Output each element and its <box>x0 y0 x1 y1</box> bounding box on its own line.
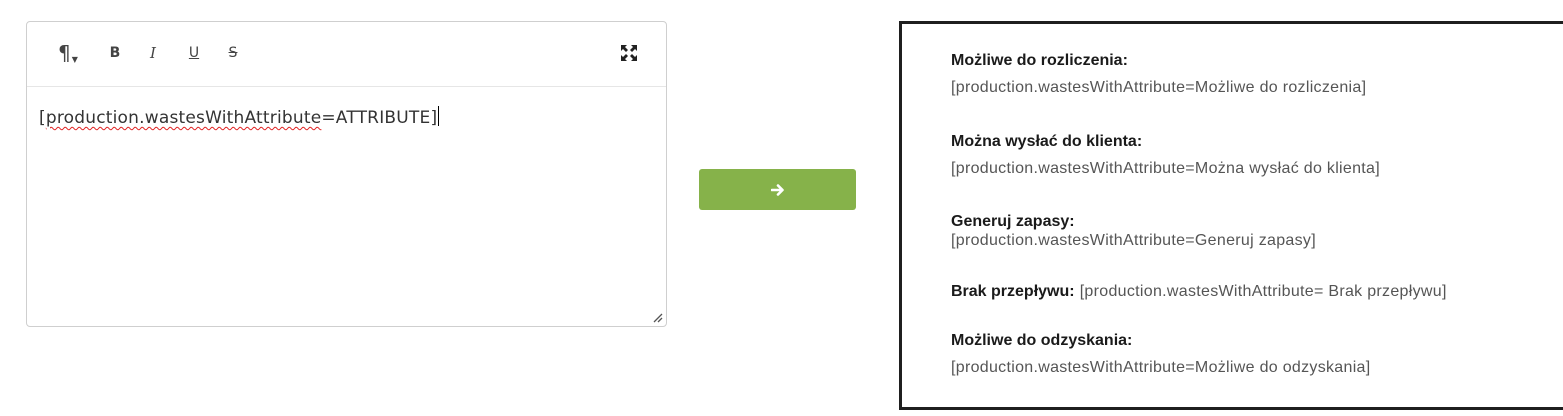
resize-handle-icon[interactable] <box>651 311 663 323</box>
item-value: [production.wastesWithAttribute=Można wy… <box>951 160 1380 177</box>
editor-content[interactable]: [production.wastesWithAttribute=ATTRIBUT… <box>39 106 654 128</box>
italic-button[interactable]: I <box>143 40 163 66</box>
fullscreen-button[interactable] <box>618 40 640 66</box>
preview-item: Możliwe do rozliczenia: [production.wast… <box>951 50 1553 97</box>
paragraph-icon: ¶ <box>58 41 71 65</box>
misspelled-text: production.wastesWithAttribute <box>45 108 322 128</box>
item-value: [production.wastesWithAttribute=Możliwe … <box>951 79 1367 96</box>
preview-item: Można wysłać do klienta: [production.was… <box>951 131 1553 178</box>
arrow-right-icon <box>770 183 784 196</box>
strikethrough-button[interactable]: S <box>223 40 243 66</box>
caret-down-icon: ▼ <box>71 54 78 64</box>
item-label: Można wysłać do klienta: <box>951 133 1143 150</box>
item-label: Generuj zapasy: <box>951 213 1075 230</box>
text-cursor <box>438 106 440 126</box>
item-label: Brak przepływu: <box>951 283 1075 300</box>
content-rest-text: =ATTRIBUTE] <box>321 108 438 128</box>
preview-item: Brak przepływu: [production.wastesWithAt… <box>951 281 1553 301</box>
underline-button[interactable]: U <box>184 40 204 66</box>
preview-item: Generuj zapasy: [production.wastesWithAt… <box>951 211 1553 250</box>
item-label: Możliwe do rozliczenia: <box>951 52 1128 69</box>
editor-toolbar: ¶ ▼ B I U S <box>27 22 666 87</box>
rich-text-editor[interactable]: ¶ ▼ B I U S [production.wastesWithAttribu… <box>26 21 667 327</box>
item-label: Możliwe do odzyskania: <box>951 332 1133 349</box>
paragraph-format-button[interactable]: ¶ ▼ <box>53 40 83 66</box>
fullscreen-icon <box>621 45 637 61</box>
preview-item: Możliwe do odzyskania: [production.waste… <box>951 330 1553 377</box>
item-value: [production.wastesWithAttribute= Brak pr… <box>1079 283 1447 300</box>
content-open-bracket: [ <box>39 108 46 128</box>
preview-panel: Możliwe do rozliczenia: [production.wast… <box>899 21 1563 410</box>
item-value: [production.wastesWithAttribute=Generuj … <box>951 232 1316 249</box>
bold-button[interactable]: B <box>105 40 125 66</box>
item-value: [production.wastesWithAttribute=Możliwe … <box>951 359 1371 376</box>
convert-button[interactable] <box>699 169 856 210</box>
